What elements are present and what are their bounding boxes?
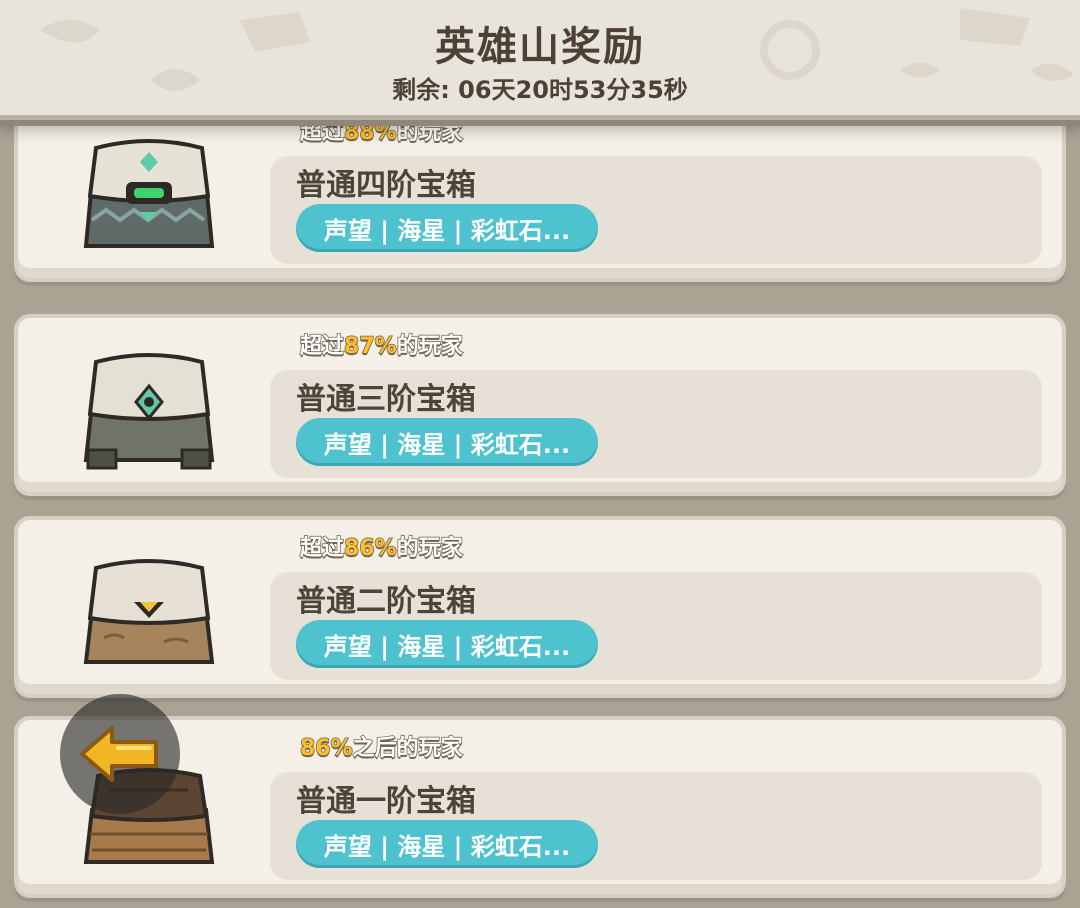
- rank-suffix: 的玩家: [396, 535, 464, 562]
- reward-info-panel: 普通一阶宝箱 声望 | 海星 | 彩虹石...: [270, 772, 1042, 880]
- rewards-pill[interactable]: 声望 | 海星 | 彩虹石...: [296, 204, 598, 252]
- reward-tier-card[interactable]: 超过87%的玩家 普通三阶宝箱 声望 | 海星 | 彩虹石...: [14, 314, 1066, 496]
- rewards-pill[interactable]: 声望 | 海星 | 彩虹石...: [296, 620, 598, 668]
- chest-name: 普通三阶宝箱: [296, 382, 476, 417]
- header-banner: 英雄山奖励 剩余: 06天20时53分35秒: [0, 0, 1080, 120]
- rank-condition: 超过87%的玩家: [299, 328, 464, 360]
- reward-info-panel: 普通二阶宝箱 声望 | 海星 | 彩虹石...: [270, 572, 1042, 680]
- reward-tier-card[interactable]: 超过86%的玩家 普通二阶宝箱 声望 | 海星 | 彩虹石...: [14, 516, 1066, 698]
- chest-name: 普通二阶宝箱: [296, 584, 476, 619]
- rank-condition: 86%之后的玩家: [299, 730, 464, 762]
- tier4-chest-icon[interactable]: [74, 134, 224, 264]
- rewards-pill[interactable]: 声望 | 海星 | 彩虹石...: [296, 820, 598, 868]
- chest-name: 普通一阶宝箱: [296, 784, 476, 819]
- rank-percent: 86%: [343, 535, 397, 562]
- chest-name: 普通四阶宝箱: [296, 168, 476, 203]
- tier2-chest-icon[interactable]: [74, 550, 224, 680]
- rank-percent: 87%: [343, 333, 397, 360]
- rank-percent: 88%: [343, 119, 397, 146]
- reward-info-panel: 普通三阶宝箱 声望 | 海星 | 彩虹石...: [270, 370, 1042, 478]
- rank-prefix: 超过: [299, 119, 345, 146]
- rank-prefix: 超过: [299, 333, 345, 360]
- rank-suffix: 之后的玩家: [352, 735, 464, 762]
- countdown-timer: 剩余: 06天20时53分35秒: [392, 76, 688, 104]
- reward-tier-card[interactable]: 超过88%的玩家 普通四阶宝箱 声望 | 海星 | 彩虹石...: [14, 100, 1066, 282]
- reward-info-panel: 普通四阶宝箱 声望 | 海星 | 彩虹石...: [270, 156, 1042, 264]
- reward-screen: 英雄山奖励 剩余: 06天20时53分35秒 超过88%的玩家 普通四阶宝箱 声…: [0, 0, 1080, 908]
- rank-prefix: 超过: [299, 535, 345, 562]
- rewards-pill[interactable]: 声望 | 海星 | 彩虹石...: [296, 418, 598, 466]
- rank-percent: 86%: [299, 735, 353, 762]
- back-arrow-icon: [80, 726, 158, 782]
- rank-condition: 超过86%的玩家: [299, 530, 464, 562]
- rank-suffix: 的玩家: [396, 333, 464, 360]
- tier3-chest-icon[interactable]: [74, 348, 224, 478]
- rank-suffix: 的玩家: [396, 119, 464, 146]
- back-button[interactable]: [60, 694, 180, 814]
- page-title: 英雄山奖励: [435, 24, 645, 70]
